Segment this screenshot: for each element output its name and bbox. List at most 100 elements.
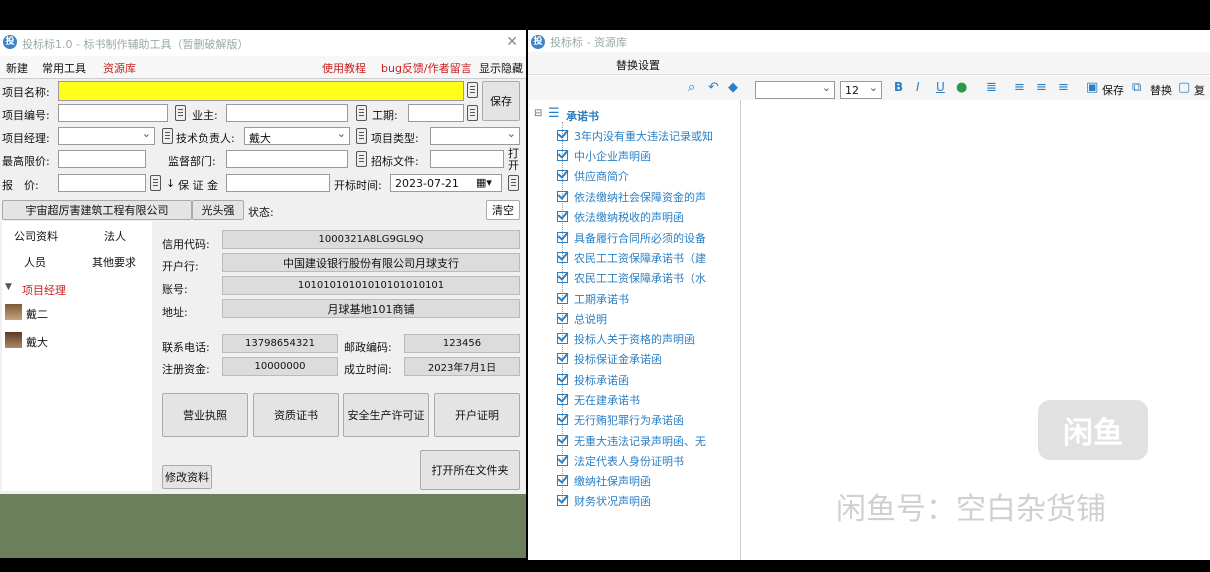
color-icon[interactable]: ● [956,80,967,95]
menu-show-hide[interactable]: 显示隐藏 [479,60,523,76]
tree-item[interactable]: 法定代表人身份证明书 [557,453,684,469]
supervisor-doc-icon[interactable] [356,151,367,167]
menu-replace-settings[interactable]: 替换设置 [616,57,660,73]
menu-common-tools[interactable]: 常用工具 [42,60,86,76]
quote-input[interactable] [58,174,146,192]
tree-item[interactable]: 总说明 [557,311,607,327]
nav-legal-person[interactable]: 法人 [104,228,126,244]
person-item[interactable]: 戴大 [26,334,48,350]
supervisor-input[interactable] [226,150,348,168]
project-no-input[interactable] [58,104,168,122]
menu-new[interactable]: 新建 [6,60,28,76]
tree-item[interactable]: 农民工工资保障承诺书（水 [557,270,706,286]
deposit-input[interactable] [226,174,330,192]
tree-item[interactable]: 具备履行合同所必须的设备 [557,230,706,246]
tree-item[interactable]: 中小企业声明函 [557,148,651,164]
align-left-icon[interactable]: ≡ [1014,80,1025,95]
tech-lead-select[interactable]: 戴大 [244,127,350,145]
italic-button[interactable]: I [916,80,920,94]
project-name-doc-icon[interactable] [467,82,478,98]
open-tender-doc-button[interactable]: 打开 [508,148,520,172]
tree-item[interactable]: 投标保证金承诺函 [557,351,662,367]
nickname-tab[interactable]: 光头强 [192,200,244,220]
align-right-icon[interactable]: ≡ [1058,80,1069,95]
tree-item[interactable]: 缴纳社保声明函 [557,473,651,489]
save-button[interactable]: 保存 [482,81,520,121]
toolbar-copy-button[interactable]: 复 [1194,82,1205,98]
nav-company-info[interactable]: 公司资料 [14,228,58,244]
menu-bug-feedback[interactable]: bug反馈/作者留言 [381,60,472,76]
business-license-button[interactable]: 营业执照 [162,393,248,437]
max-price-input[interactable] [58,150,146,168]
safety-license-button[interactable]: 安全生产许可证 [343,393,429,437]
tender-doc-input[interactable] [430,150,504,168]
company-tab[interactable]: 宇宙超厉害建筑工程有限公司 [2,200,192,220]
font-size-select[interactable]: 12 [840,81,882,99]
nav-group-managers[interactable]: 项目经理 [22,282,66,298]
period-doc-icon[interactable] [467,105,478,121]
open-time-doc-icon[interactable] [508,175,519,191]
tree-item[interactable]: 投标人关于资格的声明函 [557,331,695,347]
period-input[interactable] [408,104,464,122]
indent-icon[interactable]: ≣ [986,80,997,95]
tree-item[interactable]: 无在建承诺书 [557,392,640,408]
tree-item[interactable]: 投标承诺函 [557,372,629,388]
tree-item[interactable]: 无行贿犯罪行为承诺函 [557,412,684,428]
tree-item[interactable]: 农民工工资保障承诺书（建 [557,250,706,266]
tech-lead-doc-icon[interactable] [356,128,367,144]
tree-item[interactable]: 工期承诺书 [557,291,629,307]
owner-input[interactable] [226,104,348,122]
address-value: 月球基地101商铺 [222,299,520,318]
left-window-title: 投标标1.0 - 标书制作辅助工具（暂删破解版） [22,38,249,51]
expand-triangle-icon[interactable]: ▼ [5,282,12,292]
tree-item[interactable]: 依法缴纳税收的声明函 [557,209,684,225]
tree-collapse-icon[interactable]: ⊟ [534,108,542,119]
replace-icon[interactable]: ⧉ [1132,80,1141,95]
tree-item[interactable]: 供应商简介 [557,168,629,184]
undo-icon[interactable]: ↶ [708,80,719,95]
nav-personnel[interactable]: 人员 [24,254,46,270]
tree-item-label: 财务状况声明函 [574,495,651,508]
owner-doc-icon[interactable] [356,105,367,121]
underline-button[interactable]: U [936,80,945,94]
project-type-select[interactable] [430,127,520,145]
project-name-input[interactable] [58,81,464,101]
tree-item-label: 具备履行合同所必须的设备 [574,232,706,245]
font-family-select[interactable] [755,81,835,99]
edit-info-button[interactable]: 修改资料 [162,465,212,489]
account-proof-button[interactable]: 开户证明 [434,393,520,437]
tree-root[interactable]: 承诺书 [566,108,599,124]
right-window-title: 投标标 - 资源库 [550,36,627,49]
search-icon[interactable]: ⌕ [688,80,695,95]
check-icon [557,170,568,181]
person-item[interactable]: 戴二 [26,306,48,322]
menu-tutorial[interactable]: 使用教程 [322,60,366,76]
project-no-doc-icon[interactable] [175,105,186,121]
qualification-button[interactable]: 资质证书 [253,393,339,437]
manager-doc-icon[interactable] [162,128,173,144]
capital-label: 注册资金: [162,363,210,376]
tree-item-label: 农民工工资保障承诺书（建 [574,252,706,265]
account-value: 10101010101010101010101 [222,276,520,295]
open-folder-button[interactable]: 打开所在文件夹 [420,450,520,490]
copy-icon[interactable]: ▢ [1178,80,1190,95]
nav-other-requirements[interactable]: 其他要求 [92,254,136,270]
toolbar-save-button[interactable]: 保存 [1102,82,1124,98]
quote-doc-icon[interactable] [150,175,161,191]
align-center-icon[interactable]: ≡ [1036,80,1047,95]
tree-item[interactable]: 依法缴纳社会保障资金的声 [557,189,706,205]
tag-icon[interactable]: ◆ [728,80,738,95]
save-icon[interactable]: ▣ [1086,80,1098,95]
toolbar-replace-button[interactable]: 替换 [1150,82,1172,98]
bold-button[interactable]: B [894,80,903,94]
manager-select[interactable] [58,127,155,145]
tree-item[interactable]: 3年内没有重大违法记录或知 [557,128,713,144]
tree-item[interactable]: 无重大违法记录声明函、无 [557,433,706,449]
close-icon[interactable]: ✕ [506,34,518,50]
tree-item[interactable]: 财务状况声明函 [557,493,651,509]
calendar-icon[interactable]: ▦▾ [476,176,492,189]
account-label: 账号: [162,283,188,296]
menu-resource-lib[interactable]: 资源库 [103,60,136,76]
capital-value: 10000000 [222,357,338,376]
clear-button[interactable]: 清空 [486,200,520,220]
